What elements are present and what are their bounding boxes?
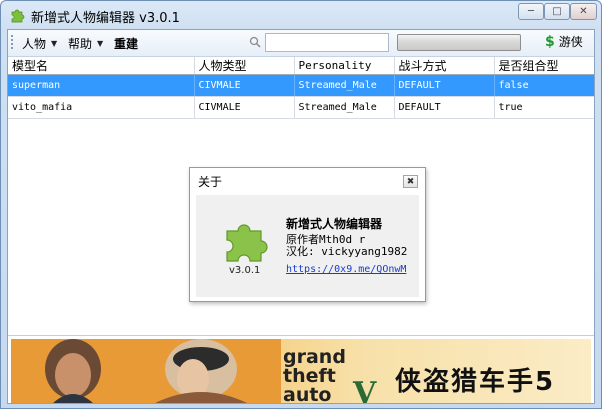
puzzle-piece-icon [226,224,268,262]
cell-is-combined: false [494,74,594,97]
cell-combat-style: DEFAULT [394,74,495,97]
column-header-character-type[interactable]: 人物类型 [194,57,295,75]
close-icon: ✕ [579,6,588,17]
client-area: 人物 ▼ 帮助 ▼ 重建 $ 游侠 模型名 人物类型 Personality 战… [7,29,595,404]
dialog-link[interactable]: https://0x9.me/QOnwM [286,264,406,275]
rebuild-label: 重建 [114,37,139,51]
character-table: 模型名 人物类型 Personality 战斗方式 是否组合型 superman… [8,57,594,119]
about-dialog: 关于 ✖ v3.0.1 新增式人物编辑器 原作者Mth0d r 汉化: vick… [189,167,426,302]
cell-character-type: CIVMALE [194,96,295,119]
close-button[interactable]: ✕ [570,3,597,20]
toolbar-grip[interactable] [11,35,13,51]
minimize-icon: ─ [527,6,535,17]
banner-divider [8,335,594,336]
dollar-icon: $ [545,33,555,50]
dialog-version: v3.0.1 [229,265,261,276]
caret-down-icon: ▼ [51,39,58,48]
column-header-model-name[interactable]: 模型名 [8,57,195,75]
gta-logo-numeral: V [352,376,377,404]
window-title: 新增式人物编辑器 v3.0.1 [31,11,180,26]
gta-logo-text: auto [283,384,331,404]
dialog-title: 关于 [198,175,223,189]
menu-help-label: 帮助 [68,37,93,51]
dialog-close-button[interactable]: ✖ [403,175,418,188]
gta5-banner[interactable]: grand theft auto V 侠盗猎车手5 [11,339,591,404]
column-header-personality[interactable]: Personality [294,57,395,75]
youxia-label: 游侠 [558,35,583,49]
caret-down-icon: ▼ [97,39,104,48]
cell-model-name: superman [8,74,195,97]
dialog-app-name: 新增式人物编辑器 [286,217,383,231]
menu-toolbar: 人物 ▼ 帮助 ▼ 重建 $ 游侠 [8,30,594,57]
dialog-body: v3.0.1 新增式人物编辑器 原作者Mth0d r 汉化: vickyyang… [196,195,419,297]
cell-personality: Streamed_Male [294,74,395,97]
search-icon [249,36,261,48]
banner-title: 侠盗猎车手5 [395,367,556,397]
cell-model-name: vito_mafia [8,96,195,119]
column-header-is-combined[interactable]: 是否组合型 [494,57,594,75]
table-row[interactable]: vito_mafia CIVMALE Streamed_Male DEFAULT… [8,96,594,119]
dialog-localization: 汉化: vickyyang1982 [286,245,408,258]
menu-person-label: 人物 [22,37,47,51]
cell-character-type: CIVMALE [194,74,295,97]
progress-bar [397,34,521,51]
cell-combat-style: DEFAULT [394,96,495,119]
column-header-combat-style[interactable]: 战斗方式 [394,57,495,75]
menu-help[interactable]: 帮助 ▼ [68,35,103,52]
table-row[interactable]: superman CIVMALE Streamed_Male DEFAULT f… [8,74,594,97]
cell-is-combined: true [494,96,594,119]
maximize-button[interactable]: □ [544,3,570,20]
app-window: 新增式人物编辑器 v3.0.1 ─ □ ✕ 人物 ▼ 帮助 ▼ 重建 $ 游侠 … [0,0,602,409]
youxia-button[interactable]: $ 游侠 [545,33,583,50]
close-icon: ✖ [406,176,415,187]
title-bar[interactable]: 新增式人物编辑器 v3.0.1 ─ □ ✕ [1,1,601,29]
maximize-icon: □ [552,6,562,17]
cell-personality: Streamed_Male [294,96,395,119]
menu-person[interactable]: 人物 ▼ [22,35,57,52]
gta-logo: grand theft auto V [283,346,377,404]
rebuild-button[interactable]: 重建 [114,35,138,52]
minimize-button[interactable]: ─ [518,3,544,20]
puzzle-app-icon [11,9,25,23]
table-header-row: 模型名 人物类型 Personality 战斗方式 是否组合型 [8,57,594,75]
banner-characters-illustration [11,339,281,403]
search-input[interactable] [265,33,389,52]
